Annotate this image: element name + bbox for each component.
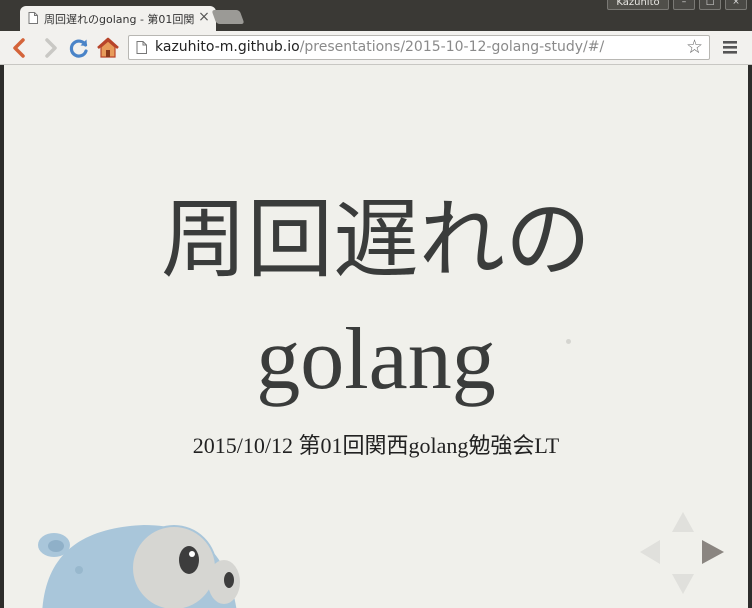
slide-title-line-2: golang [256,311,496,408]
forward-button[interactable] [38,36,62,60]
new-tab-button[interactable] [211,10,245,24]
decorative-dot [566,339,571,344]
close-window-button[interactable]: × [725,0,747,10]
reload-icon [69,39,88,58]
minimize-button[interactable]: – [673,0,695,10]
close-tab-button[interactable]: × [197,9,211,25]
browser-toolbar: kazuhito-m.github.io/presentations/2015-… [0,31,752,65]
home-icon [97,37,119,58]
slide-subtitle: 2015/10/12 第01回関西golang勉強会LT [192,433,560,458]
slide-title-line-1: 周回遅れの [161,190,591,290]
url-host: kazuhito-m.github.io [155,39,300,55]
bookmark-star-icon[interactable]: ☆ [686,37,703,58]
slide-viewport: 周回遅れの golang 2015/10/12 第01回関西golang勉強会L… [4,65,748,608]
nav-right-arrow-icon[interactable] [702,540,724,564]
reload-button[interactable] [67,36,91,60]
nav-up-arrow-icon[interactable] [672,512,694,532]
tab-title: 周回遅れのgolang - 第01回関西golang勉強会LT [44,13,194,26]
address-bar[interactable]: kazuhito-m.github.io/presentations/2015-… [128,35,710,60]
profile-button[interactable]: Kazuhito [607,0,669,10]
menu-icon[interactable] [722,38,738,56]
url-path: /presentations/2015-10-12-golang-study/#… [299,39,605,55]
browser-tab[interactable]: 周回遅れのgolang - 第01回関西golang勉強会LT × [20,6,216,31]
nav-left-arrow-icon[interactable] [640,540,660,564]
page-icon [28,12,38,24]
nav-down-arrow-icon[interactable] [672,574,694,594]
slide-navigation-controls [640,512,724,594]
gopher-mascot-image [38,525,240,608]
url-text: kazuhito-m.github.io/presentations/2015-… [155,39,604,55]
browser-tab-strip: 周回遅れのgolang - 第01回関西golang勉強会LT × Kazuhi… [0,0,752,31]
back-button[interactable] [8,36,32,60]
maximize-button[interactable]: □ [699,0,721,10]
page-icon [136,41,147,54]
home-button[interactable] [96,36,120,60]
forward-arrow-icon [45,38,57,58]
back-arrow-icon [13,38,25,58]
